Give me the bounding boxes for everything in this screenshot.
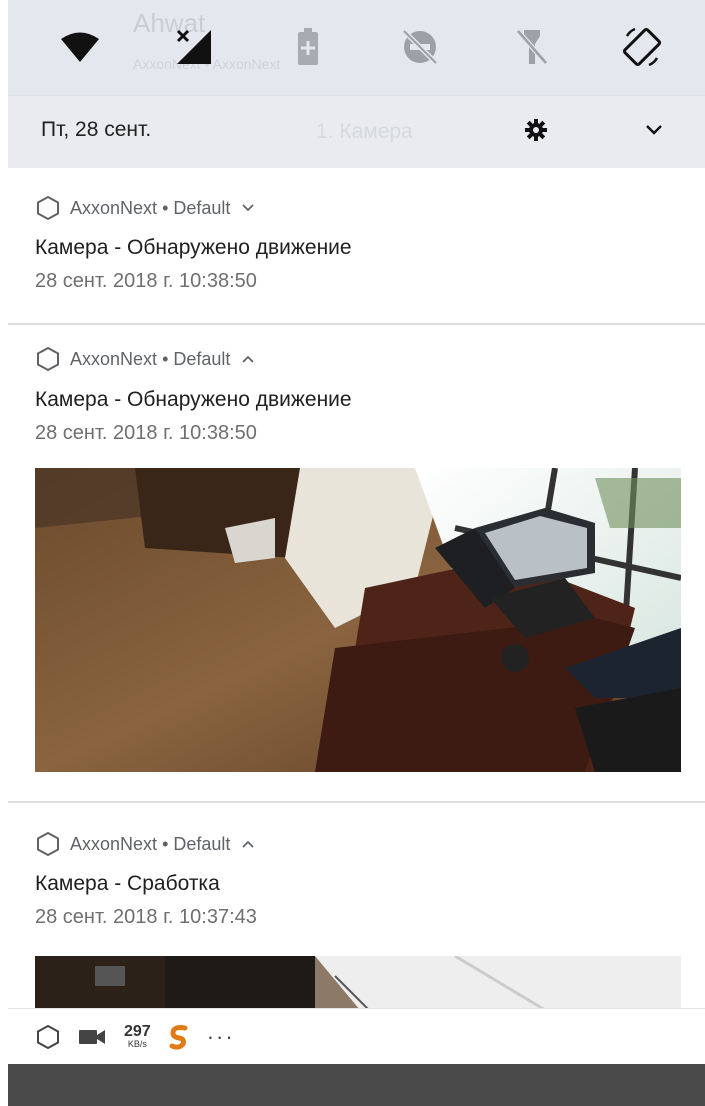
chevron-up-icon[interactable] [242, 355, 255, 363]
chevron-up-icon[interactable] [242, 840, 255, 848]
swiftkey-s-icon [169, 1024, 188, 1050]
quick-settings-panel: Ahwat AxxonNext • AxxonNext Пт, 28 сент.… [8, 0, 705, 168]
expand-button[interactable] [638, 114, 670, 146]
notification-time: 28 сент. 2018 г. 10:38:50 [35, 422, 257, 444]
notification-title: Камера - Обнаружено движение [35, 236, 352, 259]
app-name: AxxonNext [70, 197, 158, 218]
notification-header: AxxonNext • Default [36, 194, 255, 222]
battery-saver-icon[interactable] [286, 25, 330, 69]
network-speed: 297 KB/s [124, 1024, 151, 1049]
app-hexagon-icon [37, 195, 59, 221]
app-name: AxxonNext [70, 348, 158, 369]
chevron-down-icon[interactable] [242, 204, 255, 212]
gear-icon [525, 119, 547, 141]
notification-header: AxxonNext • Default [36, 830, 255, 858]
flashlight-off-icon[interactable] [510, 25, 554, 69]
channel-name: Default [173, 197, 231, 218]
notification-card[interactable]: AxxonNext • Default Камера - Сработка 28… [8, 803, 705, 1008]
speed-value: 297 [124, 1023, 151, 1040]
notification-status-bar: 297 KB/s ··· [8, 1008, 705, 1064]
do-not-disturb-icon[interactable] [398, 25, 442, 69]
separator: • [162, 197, 169, 218]
separator: • [162, 348, 169, 369]
more-icon: ··· [206, 1023, 235, 1049]
notification-card[interactable]: AxxonNext • Default Камера - Обнаружено … [8, 325, 705, 801]
settings-gear-button[interactable] [520, 114, 552, 146]
video-camera-icon [79, 1029, 105, 1044]
auto-rotate-icon[interactable] [620, 25, 664, 69]
separator: • [162, 833, 169, 854]
wifi-icon[interactable] [58, 25, 102, 69]
camera-snapshot-image[interactable] [35, 468, 681, 772]
notification-time: 28 сент. 2018 г. 10:38:50 [35, 270, 257, 292]
channel-name: Default [173, 348, 231, 369]
speed-unit: KB/s [127, 1039, 147, 1049]
no-signal-icon[interactable] [172, 25, 216, 69]
navigation-bar [8, 1064, 705, 1106]
app-hexagon-icon [37, 831, 59, 857]
background-camera-label: 1. Камера [316, 120, 413, 143]
notification-title: Камера - Обнаружено движение [35, 388, 352, 411]
app-hexagon-icon [37, 1024, 59, 1049]
quick-settings-toggles [8, 0, 705, 95]
quick-settings-footer: Пт, 28 сент. 1. Камера [8, 95, 705, 168]
channel-name: Default [173, 833, 231, 854]
camera-snapshot-image[interactable] [35, 956, 681, 1008]
notification-header: AxxonNext • Default [36, 345, 255, 373]
date-label: Пт, 28 сент. [41, 118, 152, 141]
notification-time: 28 сент. 2018 г. 10:37:43 [35, 906, 257, 928]
chevron-down-icon [646, 125, 662, 135]
app-name: AxxonNext [70, 833, 158, 854]
app-hexagon-icon [37, 346, 59, 372]
notification-card[interactable]: AxxonNext • Default Камера - Обнаружено … [8, 168, 705, 324]
notification-title: Камера - Сработка [35, 872, 220, 895]
